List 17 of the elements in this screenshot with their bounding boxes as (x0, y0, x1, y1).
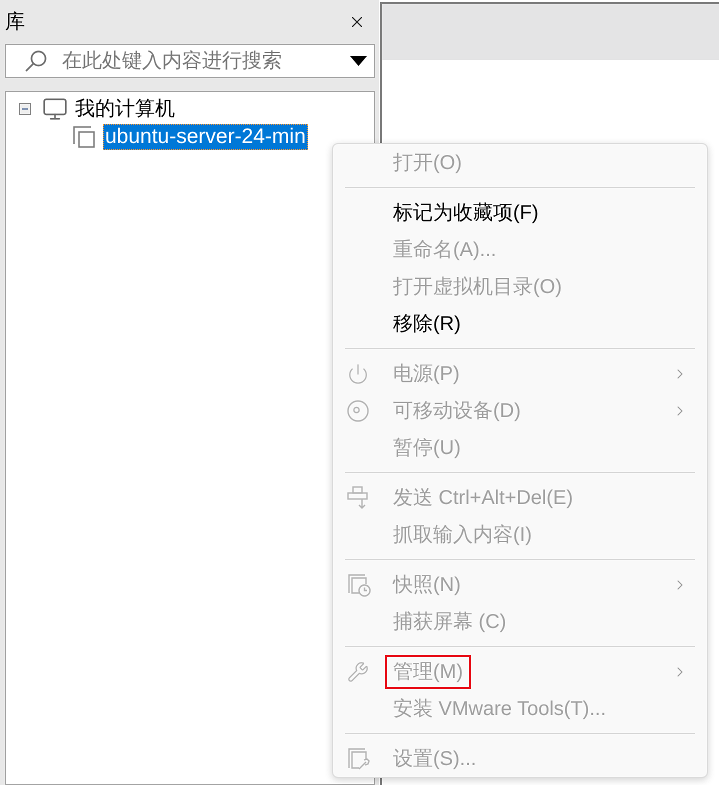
search-field[interactable]: 在此处键入内容进行搜索 (5, 44, 375, 78)
menu-item[interactable]: 移除(R) (385, 306, 469, 340)
monitor-icon (42, 96, 68, 122)
tree-item[interactable]: 我的计算机 (72, 96, 178, 122)
collapse-icon[interactable] (19, 103, 31, 115)
panel-title: 库 (5, 10, 25, 35)
pages-wrench-icon (347, 746, 371, 770)
copy-squares-icon (72, 125, 98, 149)
dropdown-icon[interactable] (350, 56, 367, 66)
clock-pages-icon (347, 572, 371, 596)
power-icon (347, 362, 369, 384)
wrench-icon (347, 660, 369, 682)
tree-item[interactable]: ubuntu-server-24-min (103, 124, 308, 150)
search-icon (24, 49, 48, 73)
keyboard-arrow-icon (347, 486, 369, 510)
menu-item[interactable]: 标记为收藏项(F) (385, 196, 547, 230)
disc-icon (347, 400, 369, 422)
